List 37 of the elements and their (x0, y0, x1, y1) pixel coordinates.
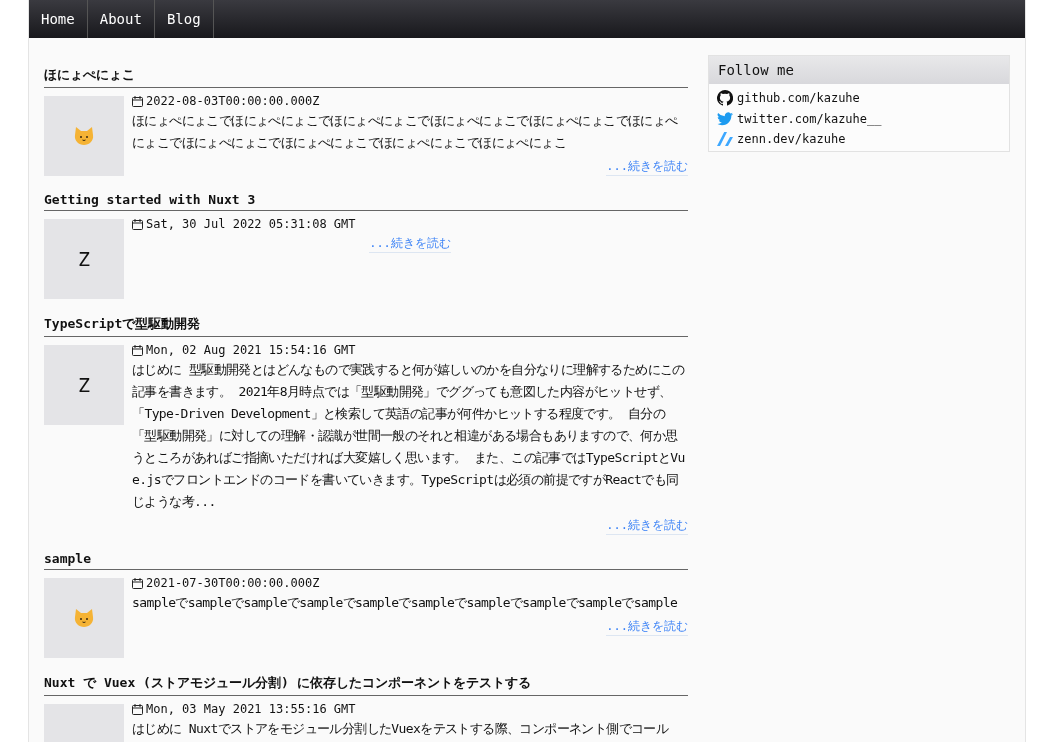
article-title[interactable]: Nuxt で Vuex (ストアモジュール分割) に依存したコンポーネントをテストする (44, 674, 688, 696)
nav-link[interactable]: Home (29, 0, 88, 38)
cat-icon (74, 609, 94, 627)
social-link[interactable]: github.com/kazuhe (717, 90, 1001, 106)
article-date: Mon, 03 May 2021 13:55:16 GMT (146, 702, 356, 716)
read-more-link[interactable]: ...続きを読む (606, 618, 688, 636)
calendar-icon (132, 344, 143, 356)
article-title[interactable]: ほにょぺにょこ (44, 66, 688, 88)
read-more-link[interactable]: ...続きを読む (369, 235, 451, 253)
article-title[interactable]: TypeScriptで型駆動開発 (44, 315, 688, 337)
social-link[interactable]: twitter.com/kazuhe__ (717, 112, 1001, 126)
calendar-icon (132, 95, 143, 107)
read-more-link[interactable]: ...続きを読む (606, 517, 688, 535)
article-date: Sat, 30 Jul 2022 05:31:08 GMT (146, 217, 356, 231)
card-title: Follow me (709, 56, 1009, 84)
calendar-icon (132, 577, 143, 589)
article-date: Mon, 02 Aug 2021 15:54:16 GMT (146, 343, 356, 357)
article-excerpt: ほにょぺにょこでほにょぺにょこでほにょぺにょこでほにょぺにょこでほにょぺにょこでほにょぺにょこでほにょぺにょこでほにょぺにょこでほにょぺにょこでほにょぺにょこ (132, 112, 679, 152)
nav-link[interactable]: Blog (154, 0, 214, 38)
github-icon (717, 90, 733, 106)
read-more-link[interactable]: ...続きを読む (606, 158, 688, 176)
social-link[interactable]: zenn.dev/kazuhe (717, 132, 1001, 146)
article-title[interactable]: Getting started with Nuxt 3 (44, 192, 688, 211)
article-title[interactable]: sample (44, 551, 688, 570)
calendar-icon (132, 218, 143, 230)
calendar-icon (132, 703, 143, 715)
thumbnail: Z (44, 345, 124, 425)
article-excerpt: はじめに Nuxtでストアをモジュール分割したVuexをテストする際、コンポーネント側でコール (132, 720, 670, 738)
bird-icon (717, 112, 733, 126)
nav-link[interactable]: About (87, 0, 155, 38)
cat-icon (74, 127, 94, 145)
article-excerpt: はじめに 型駆動開発とはどんなもので実践すると何が嬉しいのかを自分なりに理解するためにこの記事を書きます。 2021年8月時点では「型駆動開発」でググっても意図した内容がヒットせず、「Type-Driven Development」と検索して英語の記事が何件かヒットする程度です。 自分の「型駆動開発」に対しての理解・認識が世間一般のそれと相違がある場合もありますので、何か思うところがあればご指摘いただければ大変嬉しく思います。 また、この記事ではTypeScriptとVue.jsでフロントエンドのコードを書いていきます。TypeScriptは必須の前提ですがReactでも同じような考... (132, 361, 686, 511)
article-date: 2022-08-03T00:00:00.000Z (146, 94, 320, 108)
article-excerpt: sampleでsampleでsampleでsampleでsampleでsampleでsampleでsampleでsampleでsample (132, 594, 679, 612)
article-date: 2021-07-30T00:00:00.000Z (146, 576, 320, 590)
thumbnail: Z (44, 219, 124, 299)
zenn-icon (717, 132, 733, 146)
